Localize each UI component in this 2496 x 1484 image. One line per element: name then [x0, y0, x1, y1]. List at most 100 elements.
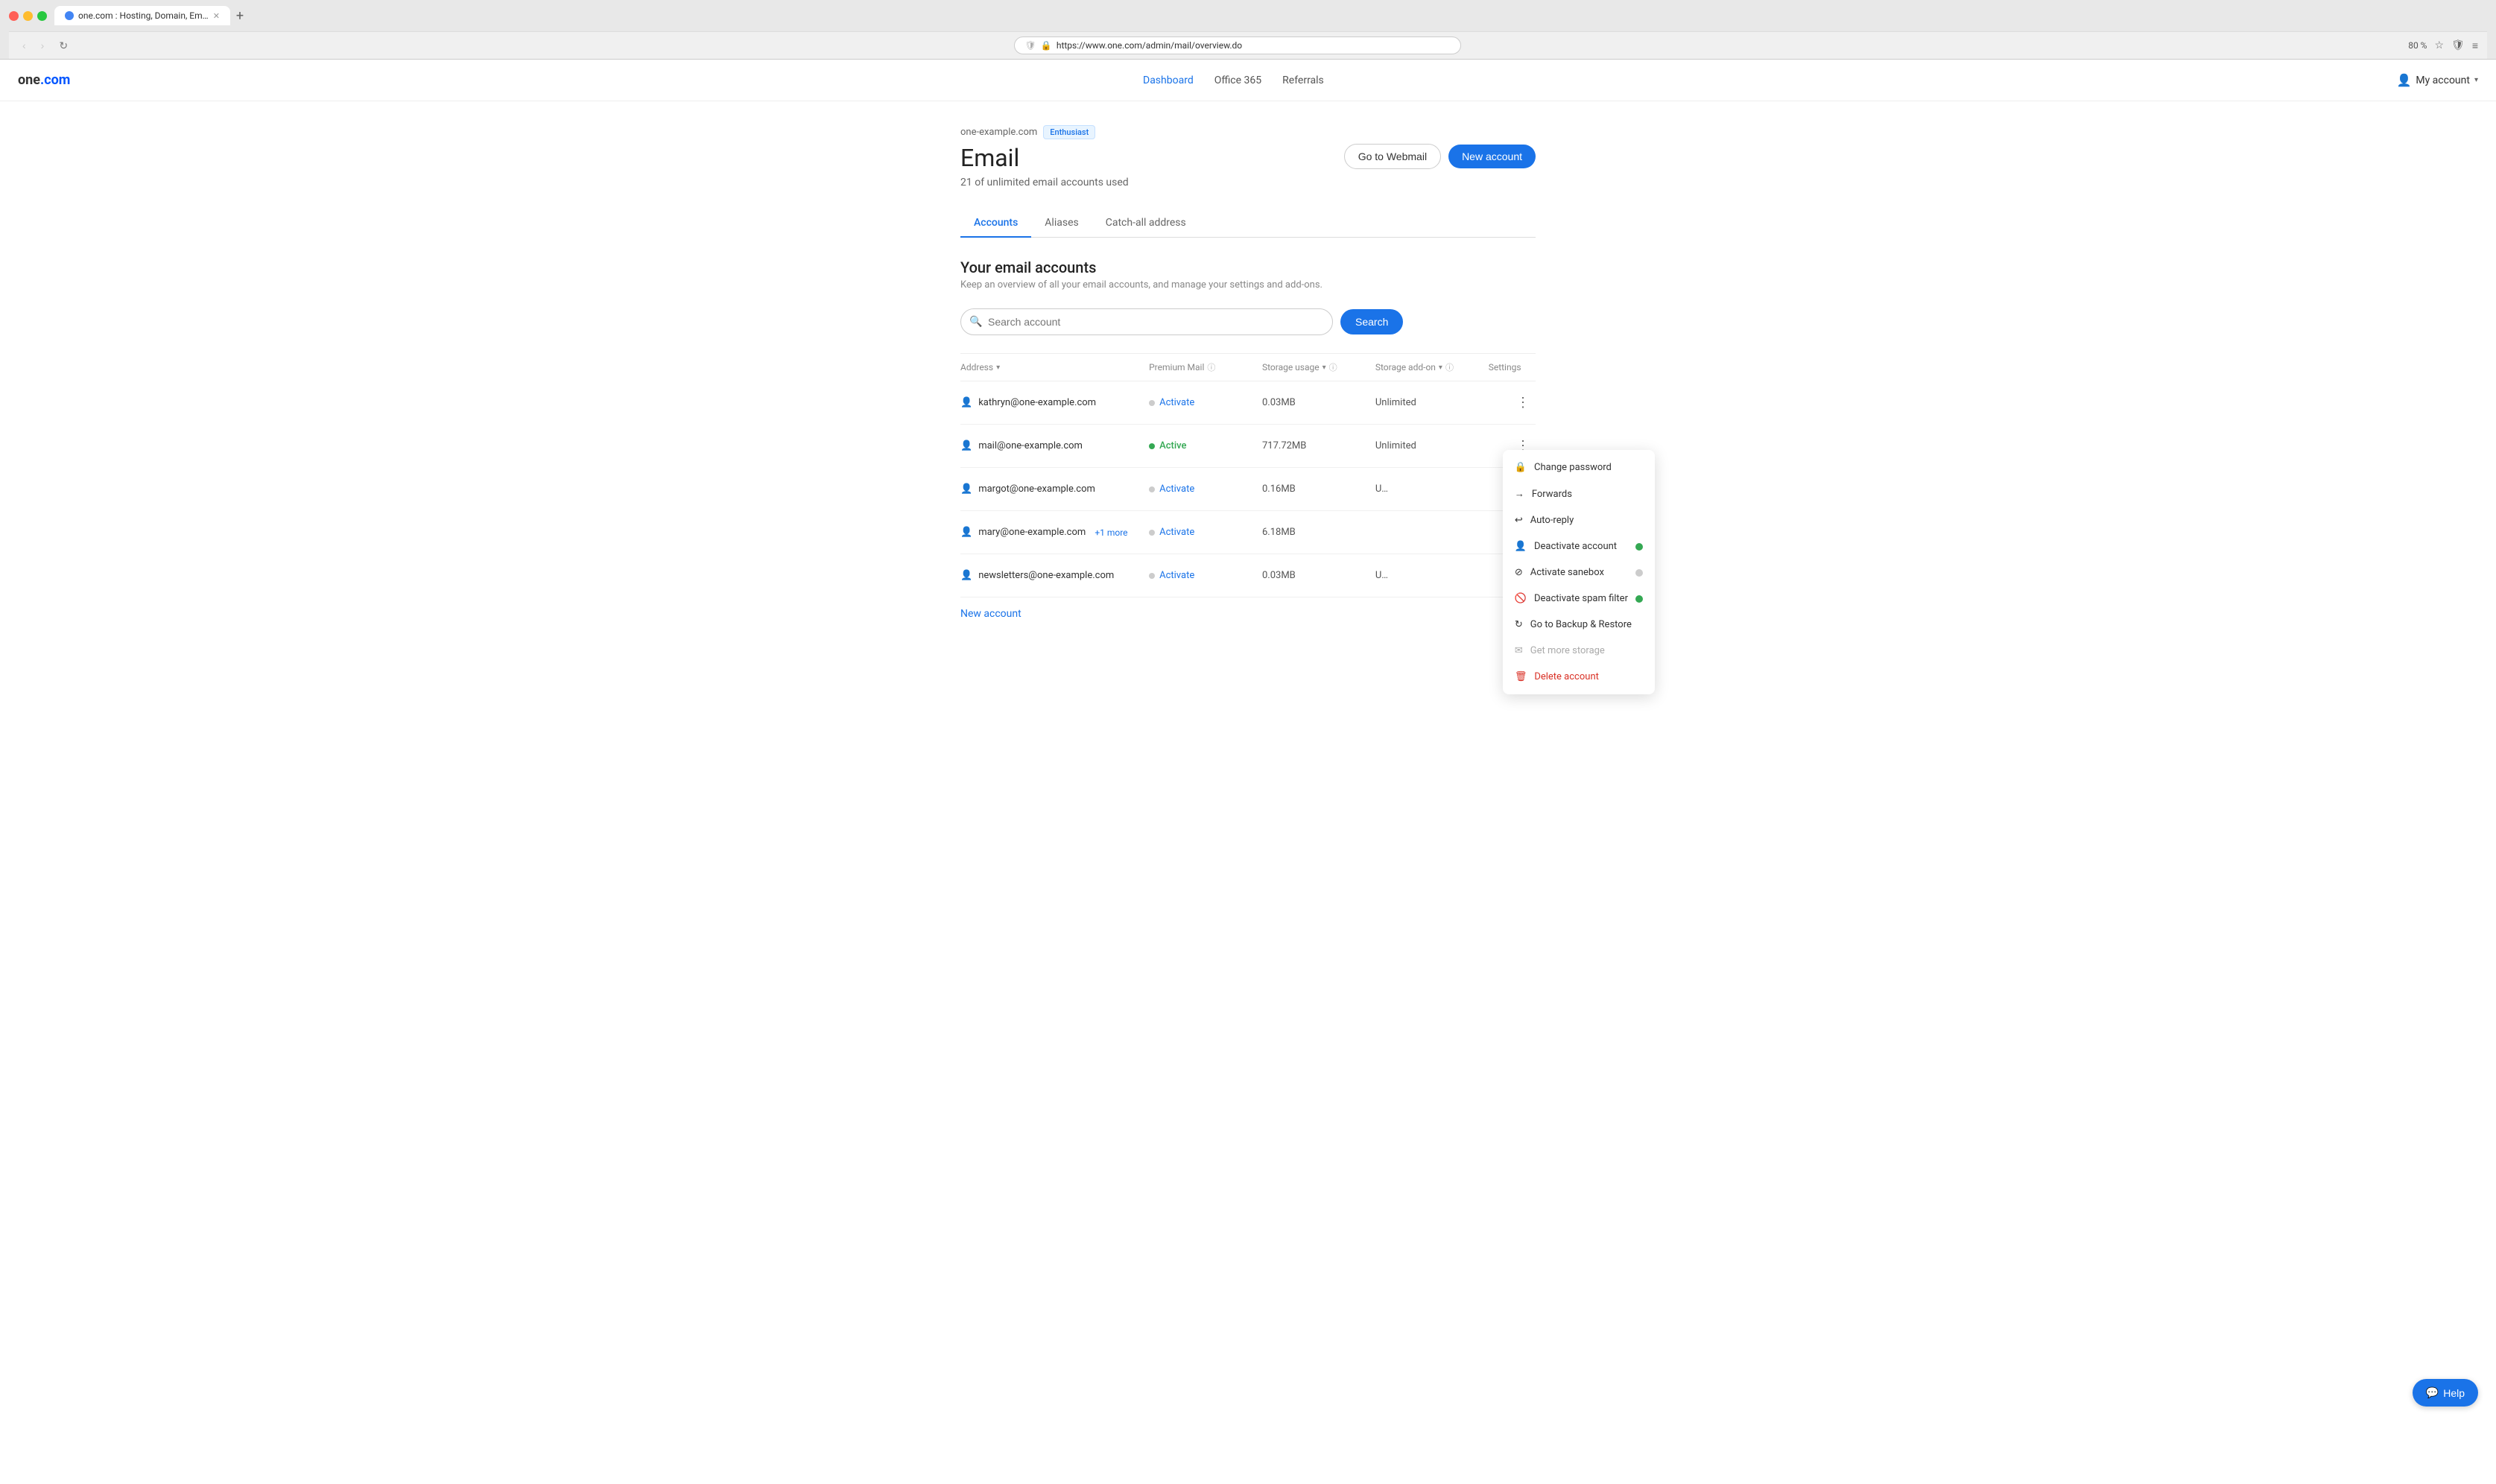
email-icon: 👤: [960, 570, 972, 581]
status-cell: Activate: [1149, 483, 1262, 495]
th-storage[interactable]: Storage usage ▾ ⓘ: [1262, 361, 1375, 373]
status-cell: Activate: [1149, 397, 1262, 408]
back-button[interactable]: ‹: [18, 38, 31, 53]
section-title: Your email accounts: [960, 259, 1536, 276]
help-button[interactable]: 💬 Help: [2413, 1379, 2478, 1407]
page-header: Email 21 of unlimited email accounts use…: [960, 144, 1536, 206]
traffic-lights: [9, 11, 47, 21]
th-premium: Premium Mail ⓘ: [1149, 361, 1262, 373]
menu-item-label: Activate sanebox: [1530, 567, 1604, 578]
url-display: https://www.one.com/admin/mail/overview.…: [1057, 40, 1242, 51]
minimize-button[interactable]: [23, 11, 33, 21]
row-menu-button[interactable]: ⋮: [1510, 392, 1536, 413]
tab-aliases[interactable]: Aliases: [1031, 209, 1092, 238]
tab-catch-all[interactable]: Catch-all address: [1092, 209, 1200, 238]
new-account-link[interactable]: New account: [960, 597, 1021, 630]
new-tab-button[interactable]: +: [236, 8, 244, 24]
menu-deactivate-account[interactable]: 👤 Deactivate account: [1503, 533, 1655, 559]
forward-button[interactable]: ›: [37, 38, 49, 53]
email-address: mary@one-example.com: [978, 527, 1086, 538]
go-to-webmail-button[interactable]: Go to Webmail: [1344, 144, 1441, 169]
menu-forwards[interactable]: → Forwards: [1503, 481, 1655, 507]
email-cell: 👤 kathryn@one-example.com: [960, 397, 1149, 408]
browser-nav: ‹ › ↻ 🛡 🔒 https://www.one.com/admin/mail…: [9, 31, 2487, 59]
section-desc: Keep an overview of all your email accou…: [960, 279, 1536, 291]
storage-menu-icon: ✉: [1515, 645, 1523, 656]
storage-cell: 0.03MB: [1262, 570, 1375, 581]
addon-cell: U…: [1375, 483, 1489, 495]
storage-cell: 6.18MB: [1262, 527, 1375, 538]
addon-cell: Unlimited: [1375, 440, 1489, 451]
page-subtitle: 21 of unlimited email accounts used: [960, 177, 1129, 188]
th-address[interactable]: Address ▾: [960, 361, 1149, 373]
tab-accounts[interactable]: Accounts: [960, 209, 1031, 238]
menu-change-password[interactable]: 🔒 Change password: [1503, 454, 1655, 481]
address-bar[interactable]: 🛡 🔒 https://www.one.com/admin/mail/overv…: [1014, 37, 1461, 54]
status-cell: Activate: [1149, 570, 1262, 581]
fullscreen-button[interactable]: [37, 11, 47, 21]
sort-addon-icon: ▾: [1439, 364, 1442, 372]
active-status: Active: [1159, 440, 1186, 451]
info-premium-icon[interactable]: ⓘ: [1207, 361, 1215, 373]
active-tab[interactable]: one.com : Hosting, Domain, Em… ✕: [54, 6, 230, 25]
lock-menu-icon: 🔒: [1515, 462, 1527, 473]
activate-link[interactable]: Activate: [1159, 527, 1194, 538]
status-dot: [1149, 400, 1155, 406]
lock-icon: 🔒: [1041, 40, 1052, 51]
toggle-green-spam-icon: [1635, 595, 1643, 603]
reload-button[interactable]: ↻: [54, 38, 72, 54]
menu-backup-restore[interactable]: ↻ Go to Backup & Restore: [1503, 612, 1655, 638]
my-account-label: My account: [2416, 74, 2470, 86]
search-button[interactable]: Search: [1340, 309, 1403, 334]
tab-bar: one.com : Hosting, Domain, Em… ✕ +: [54, 6, 244, 25]
menu-deactivate-spam[interactable]: 🚫 Deactivate spam filter: [1503, 586, 1655, 612]
activate-link[interactable]: Activate: [1159, 483, 1194, 495]
email-cell: 👤 margot@one-example.com: [960, 483, 1149, 495]
table-row: 👤 mary@one-example.com +1 more Activate …: [960, 511, 1536, 554]
menu-activate-sanebox[interactable]: ⊘ Activate sanebox: [1503, 559, 1655, 586]
sort-storage-icon: ▾: [1323, 364, 1326, 372]
storage-cell: 0.16MB: [1262, 483, 1375, 495]
email-table: Address ▾ Premium Mail ⓘ Storage usage ▾…: [960, 353, 1536, 630]
storage-cell: 0.03MB: [1262, 397, 1375, 408]
enthusiast-badge: Enthusiast: [1043, 125, 1095, 139]
nav-right: 80 % ☆ 🛡 ≡: [2408, 39, 2478, 52]
status-dot: [1149, 443, 1155, 449]
table-row: 👤 newsletters@one-example.com Activate 0…: [960, 554, 1536, 597]
info-storage-icon[interactable]: ⓘ: [1329, 361, 1337, 373]
tab-close-icon[interactable]: ✕: [213, 11, 220, 21]
th-addon[interactable]: Storage add-on ▾ ⓘ: [1375, 361, 1489, 373]
title-area: Email 21 of unlimited email accounts use…: [960, 144, 1129, 206]
th-settings: Settings: [1489, 361, 1536, 373]
tabs: Accounts Aliases Catch-all address: [960, 209, 1536, 238]
nav-link-referrals[interactable]: Referrals: [1282, 74, 1324, 86]
shield-icon[interactable]: 🛡: [2451, 39, 2465, 51]
my-account-menu[interactable]: 👤 My account ▾: [2396, 73, 2478, 87]
logo: one.com: [18, 72, 70, 88]
status-cell: Activate: [1149, 527, 1262, 538]
menu-item-label: Auto-reply: [1530, 515, 1574, 526]
new-account-button[interactable]: New account: [1448, 145, 1536, 168]
activate-link[interactable]: Activate: [1159, 397, 1194, 408]
close-button[interactable]: [9, 11, 19, 21]
toggle-gray-icon: [1635, 569, 1643, 577]
nav-links: Dashboard Office 365 Referrals: [1143, 74, 1324, 86]
nav-link-office365[interactable]: Office 365: [1214, 74, 1261, 86]
nav-link-dashboard[interactable]: Dashboard: [1143, 74, 1194, 86]
browser-chrome: one.com : Hosting, Domain, Em… ✕ + ‹ › ↻…: [0, 0, 2496, 60]
bookmark-icon[interactable]: ☆: [2434, 39, 2444, 51]
menu-auto-reply[interactable]: ↩ Auto-reply: [1503, 507, 1655, 533]
settings-cell: ⋮: [1489, 392, 1536, 413]
menu-icon[interactable]: ≡: [2472, 39, 2478, 52]
search-input[interactable]: [960, 308, 1333, 335]
menu-more-storage: ✉ Get more storage: [1503, 638, 1655, 664]
activate-link[interactable]: Activate: [1159, 570, 1194, 581]
table-row: 👤 mail@one-example.com Active 717.72MB U…: [960, 425, 1536, 468]
menu-delete-account[interactable]: 🗑 Delete account: [1503, 664, 1655, 690]
reply-menu-icon: ↩: [1515, 515, 1523, 526]
more-link[interactable]: +1 more: [1095, 527, 1127, 538]
backup-menu-icon: ↻: [1515, 619, 1523, 630]
email-icon: 👤: [960, 440, 972, 451]
search-icon: 🔍: [969, 316, 982, 328]
info-addon-icon[interactable]: ⓘ: [1445, 361, 1454, 373]
